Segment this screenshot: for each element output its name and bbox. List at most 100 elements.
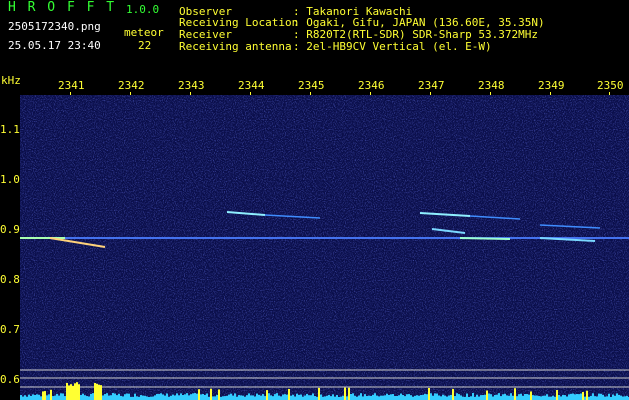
level-bar-segment xyxy=(388,394,390,400)
level-bar-segment xyxy=(154,395,156,400)
level-bar-segment xyxy=(162,394,164,400)
level-bar-segment xyxy=(396,395,398,400)
level-bar-segment xyxy=(472,393,474,400)
level-bar-segment xyxy=(320,394,322,400)
level-bar-segment xyxy=(618,394,620,400)
level-bar-segment xyxy=(228,394,230,400)
level-bar-segment xyxy=(626,395,628,400)
level-bar-segment xyxy=(248,393,250,400)
level-bar-segment xyxy=(258,394,260,400)
level-bar-segment xyxy=(152,396,154,400)
level-bar-segment xyxy=(24,395,26,400)
level-bar-segment xyxy=(164,395,166,400)
meteor-trace xyxy=(459,237,511,240)
time-tick-label: 2341 xyxy=(58,79,85,92)
level-bar-segment xyxy=(108,395,110,400)
level-bar-segment xyxy=(288,388,290,400)
level-bar-segment xyxy=(532,395,534,400)
level-bar-segment xyxy=(116,395,118,400)
level-bar-segment xyxy=(28,394,30,400)
level-bar-segment xyxy=(390,394,392,400)
level-bar-segment xyxy=(236,396,238,400)
level-bar-segment xyxy=(614,395,616,400)
level-bar-segment xyxy=(192,393,194,400)
level-bar-segment xyxy=(382,395,384,400)
level-bar-segment xyxy=(596,396,598,400)
level-bar-segment xyxy=(136,396,138,400)
level-bar-segment xyxy=(84,395,86,400)
level-bar-segment xyxy=(414,395,416,400)
level-bar-segment xyxy=(202,393,204,400)
freq-tick-label: 0.7 xyxy=(0,323,20,336)
level-bar-segment xyxy=(144,395,146,400)
level-bar-segment xyxy=(282,394,284,400)
level-bar-segment xyxy=(336,395,338,400)
level-bar-segment xyxy=(374,393,376,400)
level-bar-segment xyxy=(450,394,452,400)
level-bar-segment xyxy=(584,396,586,400)
level-bar-segment xyxy=(150,396,152,400)
level-bar-segment xyxy=(124,394,126,400)
level-bar-segment xyxy=(482,395,484,400)
level-bar-segment xyxy=(128,393,130,400)
level-bar-segment xyxy=(204,394,206,400)
level-bar-segment xyxy=(394,395,396,400)
level-bar-segment xyxy=(422,394,424,400)
level-bar-segment xyxy=(368,395,370,400)
level-bar-segment xyxy=(608,393,610,400)
unit-label: kHz xyxy=(1,74,21,87)
level-bar-segment xyxy=(570,393,572,400)
level-bar-segment xyxy=(490,394,492,400)
level-bar-segment xyxy=(140,395,142,400)
level-bar-segment xyxy=(352,393,354,400)
level-bar-segment xyxy=(526,394,528,400)
level-bar-segment xyxy=(302,396,304,400)
level-bar-segment xyxy=(590,395,592,400)
level-bar-segment xyxy=(364,394,366,400)
level-bar-segment xyxy=(44,391,46,400)
app-title: H R O F F T xyxy=(8,0,117,15)
level-bar-segment xyxy=(406,394,408,400)
level-bar-segment xyxy=(604,396,606,400)
level-bar-segment xyxy=(36,394,38,400)
level-bar-segment xyxy=(378,396,380,400)
level-bar-segment xyxy=(146,396,148,400)
level-bar-segment xyxy=(408,394,410,400)
level-bar-segment xyxy=(86,396,88,400)
level-bar-segment xyxy=(194,393,196,400)
level-bar-segment xyxy=(280,396,282,400)
level-bar-segment xyxy=(458,394,460,400)
level-bar-segment xyxy=(586,390,588,400)
level-bar-segment xyxy=(456,393,458,400)
level-bar-segment xyxy=(366,396,368,400)
level-bar-segment xyxy=(592,393,594,400)
level-bar-segment xyxy=(268,393,270,400)
level-bar-segment xyxy=(110,395,112,400)
level-bar-segment xyxy=(612,394,614,400)
level-bar-segment xyxy=(346,396,348,400)
level-bar-segment xyxy=(78,384,80,400)
level-bar-segment xyxy=(314,396,316,400)
level-bar-segment xyxy=(82,393,84,400)
level-bar-segment xyxy=(380,395,382,400)
level-bar-segment xyxy=(176,393,178,400)
level-bar-segment xyxy=(594,396,596,400)
level-bar-segment xyxy=(126,393,128,400)
level-bar-segment xyxy=(134,393,136,400)
time-tick-label: 2347 xyxy=(418,79,445,92)
level-bar-segment xyxy=(384,395,386,400)
level-bar-segment xyxy=(452,388,454,400)
level-bar-segment xyxy=(518,394,520,400)
info-label-antenna: Receiving antenna xyxy=(179,40,292,53)
level-bar-segment xyxy=(444,395,446,400)
level-bar-segment xyxy=(578,394,580,400)
level-bar-segment xyxy=(246,395,248,400)
level-bar-segment xyxy=(114,393,116,400)
level-bar-segment xyxy=(254,396,256,400)
level-bar-segment xyxy=(184,394,186,400)
level-bar-segment xyxy=(232,395,234,400)
level-bar-segment xyxy=(424,393,426,400)
level-bar-segment xyxy=(296,393,298,400)
spectrogram xyxy=(20,95,629,400)
level-bar-segment xyxy=(360,393,362,400)
